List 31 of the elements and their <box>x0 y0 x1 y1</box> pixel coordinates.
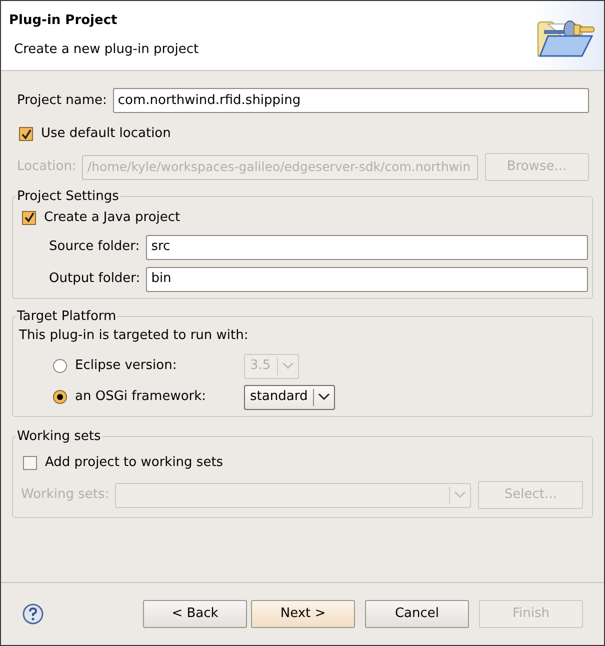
radio-button[interactable] <box>53 390 67 404</box>
page-title: Plug-in Project <box>9 12 118 30</box>
field-label: Working sets: <box>21 486 110 504</box>
check-icon <box>20 128 32 140</box>
text-field[interactable]: com.northwind.rfid.shipping <box>112 88 589 113</box>
combo-box[interactable]: standard <box>244 384 336 410</box>
field-label: Output folder: <box>49 270 140 288</box>
checkbox-label: Use default location <box>41 125 171 144</box>
button[interactable]: Next > <box>251 600 355 628</box>
field-label: Source folder: <box>49 238 140 256</box>
text-field[interactable]: bin <box>146 266 588 292</box>
check-icon <box>24 212 34 223</box>
checkbox[interactable] <box>22 210 36 224</box>
checkbox[interactable] <box>19 127 33 141</box>
group-title: Target Platform <box>16 308 118 326</box>
page-description: Create a new plug-in project <box>13 40 199 58</box>
checkbox[interactable] <box>23 456 37 470</box>
checkbox-label: Create a Java project <box>44 208 180 227</box>
button[interactable]: Cancel <box>365 600 469 628</box>
radio-label: Eclipse version: <box>75 357 178 376</box>
intro-text: This plug-in is targeted to run with: <box>18 327 250 345</box>
radio-button[interactable] <box>53 359 67 373</box>
checkbox-label: Add project to working sets <box>45 454 224 472</box>
field-label: Project name: <box>17 92 107 110</box>
field-label: Location: <box>17 158 76 176</box>
button[interactable]: < Back <box>143 600 247 628</box>
help-icon[interactable] <box>22 603 44 625</box>
text-field[interactable]: src <box>146 234 588 260</box>
group-title: Project Settings <box>16 188 120 206</box>
radio-label: an OSGi framework: <box>75 388 208 406</box>
group-title: Working sets <box>16 428 102 446</box>
